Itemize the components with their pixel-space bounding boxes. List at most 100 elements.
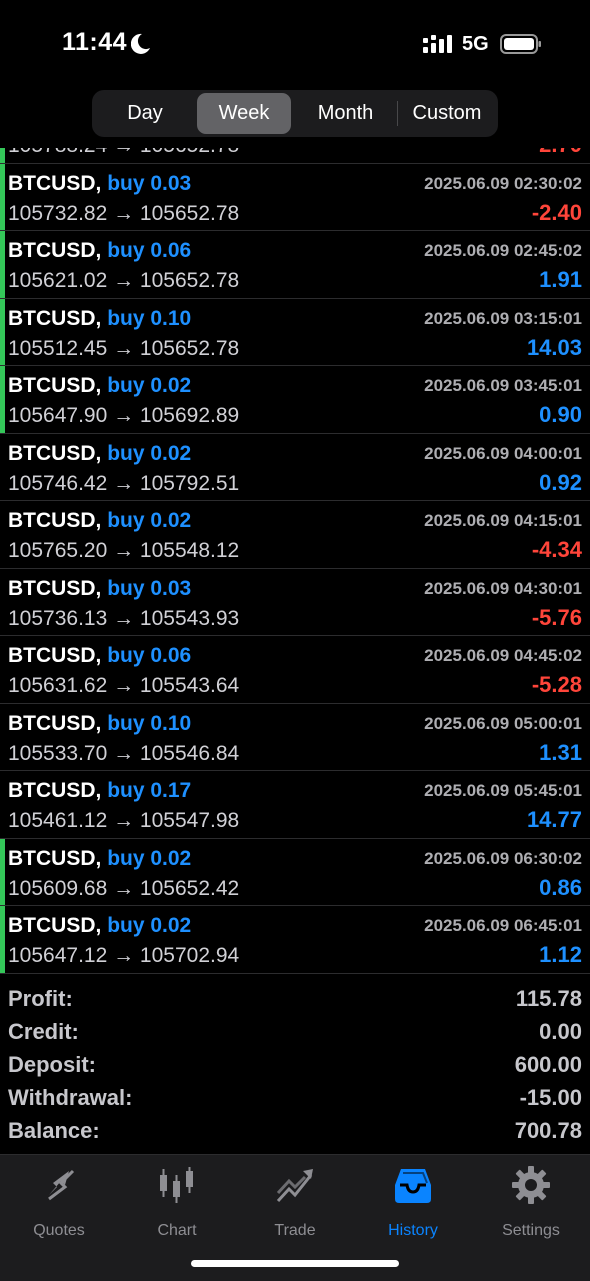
deal-symbol-line: BTCUSD, buy 0.02: [8, 509, 191, 533]
deal-time: 2025.06.09 06:45:01: [424, 916, 582, 935]
deal-profit: 1.31: [539, 739, 582, 765]
deal-symbol: BTCUSD,: [8, 846, 102, 870]
tab-quotes[interactable]: Quotes: [0, 1165, 118, 1245]
deal-profit: 14.03: [526, 334, 582, 360]
deal-symbol-line: BTCUSD, buy 0.03: [8, 172, 191, 196]
summary-label: Withdrawal:: [8, 1085, 133, 1110]
deal-row[interactable]: BTCUSD, buy 0.10 2025.06.09 05:00:01 10553…: [0, 704, 590, 771]
tab-quotes-label: Quotes: [33, 1222, 85, 1239]
deal-time: 2025.06.09 05:00:01: [424, 713, 582, 733]
deal-time: 2025.06.09 05:45:01: [424, 781, 582, 800]
deal-symbol-line: BTCUSD, buy 0.10: [8, 712, 191, 736]
deal-profit: 1.91: [539, 267, 582, 292]
deal-side: buy 0.10: [107, 306, 192, 330]
deal-symbol: BTCUSD,: [8, 711, 102, 735]
deal-side: buy 0.02: [107, 846, 192, 870]
deal-row[interactable]: BTCUSD, buy 0.02 2025.06.09 04:15:01 10576…: [0, 501, 590, 569]
tab-trade[interactable]: Trade: [236, 1165, 354, 1245]
deal-side: buy 0.10: [107, 711, 192, 735]
period-selector: Day Week Month Custom: [92, 90, 498, 137]
summary-value: 600.00: [514, 1052, 582, 1077]
deal-symbol-line: BTCUSD, buy 0.02: [8, 847, 191, 871]
deal-time: 2025.06.09 02:30:02: [424, 173, 582, 193]
deal-side: buy 0.06: [107, 239, 192, 262]
period-month[interactable]: Month: [295, 93, 396, 134]
account-summary: Profit: 115.78 Credit: 0.00 Deposit: 600.00 Wi…: [0, 984, 590, 1149]
summary-value: -15.00: [519, 1085, 582, 1110]
deal-time: 2025.06.09 04:00:01: [424, 443, 582, 463]
deal-prices: 105736.13 → 105543.93: [8, 606, 240, 630]
deal-symbol-line: BTCUSD, buy 0.02: [8, 374, 191, 398]
deal-prices: 105512.45 → 105652.78: [8, 336, 240, 360]
deal-symbol-line: BTCUSD, buy 0.02: [8, 442, 191, 466]
summary-row: Deposit: 600.00: [0, 1050, 590, 1083]
deal-profit: 0.86: [539, 874, 582, 900]
summary-row: Withdrawal: -15.00: [0, 1083, 590, 1116]
position-marker: [0, 906, 5, 973]
tab-history[interactable]: History: [354, 1165, 472, 1245]
tab-settings[interactable]: Settings: [472, 1165, 590, 1245]
deal-time: 2025.06.09 04:45:02: [424, 646, 582, 665]
deal-row[interactable]: BTCUSD, buy 0.02 2025.06.09 06:30:02 10560…: [0, 838, 590, 906]
deal-symbol-line: BTCUSD, buy 0.02: [8, 914, 191, 938]
status-time: 11:44: [62, 28, 128, 56]
deal-time: 2025.06.09 03:45:01: [424, 376, 582, 395]
position-marker: [0, 231, 5, 298]
deal-symbol: BTCUSD,: [8, 914, 102, 937]
deal-row[interactable]: BTCUSD, buy 0.032025.06.09 02:15:0210578…: [0, 148, 590, 164]
deal-row[interactable]: BTCUSD, buy 0.02 2025.06.09 03:45:01 10564…: [0, 366, 590, 434]
deal-prices: 105732.82 → 105652.78: [8, 201, 240, 225]
deal-side: buy 0.02: [107, 914, 192, 937]
deal-row[interactable]: BTCUSD, buy 0.03 2025.06.09 02:30:02 10573…: [0, 163, 590, 231]
summary-row: Balance: 700.78: [0, 1116, 590, 1149]
deals-list-content: BTCUSD, buy 0.032025.06.09 02:15:0210578…: [0, 148, 590, 974]
tab-history-label: History: [388, 1222, 438, 1239]
deal-profit: 14.77: [526, 807, 582, 832]
deal-row[interactable]: BTCUSD, buy 0.03 2025.06.09 04:30:01 10573…: [0, 569, 590, 636]
summary-row: Credit: 0.00: [0, 1017, 590, 1050]
tab-chart[interactable]: Chart: [118, 1165, 236, 1245]
deal-profit: -4.34: [531, 537, 582, 562]
deal-row[interactable]: BTCUSD, buy 0.06 2025.06.09 04:45:02 10563…: [0, 636, 590, 704]
deal-symbol: BTCUSD,: [8, 576, 102, 600]
deal-prices: 105788.24 → 105652.78: [8, 148, 239, 158]
deal-time: 2025.06.09 06:30:02: [424, 848, 582, 868]
deal-row[interactable]: BTCUSD, buy 0.02 2025.06.09 04:00:01 10574…: [0, 434, 590, 501]
deal-symbol-line: BTCUSD, buy 0.03: [8, 577, 191, 601]
deal-symbol: BTCUSD,: [8, 644, 102, 667]
deal-row[interactable]: BTCUSD, buy 0.10 2025.06.09 03:15:01 10551…: [0, 298, 590, 366]
deal-profit: -2.40: [531, 199, 582, 225]
status-bar: 11:44 5G: [0, 0, 590, 88]
trade-icon: [276, 1169, 313, 1203]
deal-prices: 105631.62 → 105543.64: [8, 674, 240, 697]
deal-side: buy 0.17: [107, 779, 192, 802]
position-marker: [0, 148, 5, 163]
segment-divider: [397, 101, 398, 126]
deal-prices: 105746.42 → 105792.51: [8, 471, 240, 495]
deal-profit: 1.12: [539, 942, 582, 967]
deal-side: buy 0.02: [107, 374, 192, 397]
deal-time: 2025.06.09 04:30:01: [424, 578, 582, 598]
summary-label: Deposit:: [8, 1052, 96, 1077]
deal-symbol: BTCUSD,: [8, 239, 102, 262]
deal-profit: -2.70: [532, 148, 582, 158]
deal-prices: 105647.12 → 105702.94: [8, 944, 240, 967]
deal-row[interactable]: BTCUSD, buy 0.06 2025.06.09 02:45:02 10562…: [0, 231, 590, 299]
deal-side: buy 0.02: [107, 509, 192, 532]
period-day[interactable]: Day: [96, 93, 194, 134]
deal-profit: -5.28: [531, 672, 582, 697]
summary-label: Balance:: [8, 1118, 100, 1143]
position-marker: [0, 366, 5, 433]
deal-row[interactable]: BTCUSD, buy 0.17 2025.06.09 05:45:01 10546…: [0, 771, 590, 839]
network-type: 5G: [462, 33, 489, 55]
home-indicator: [191, 1260, 399, 1267]
deal-time: 2025.06.09 04:15:01: [424, 511, 582, 530]
period-week[interactable]: Week: [197, 93, 291, 134]
deal-side: buy 0.06: [107, 644, 192, 667]
deals-list[interactable]: BTCUSD, buy 0.032025.06.09 02:15:0210578…: [0, 148, 590, 974]
deal-row[interactable]: BTCUSD, buy 0.02 2025.06.09 06:45:01 10564…: [0, 906, 590, 974]
moon-icon: [131, 33, 150, 54]
summary-label: Credit:: [8, 1019, 79, 1044]
period-custom[interactable]: Custom: [399, 93, 495, 134]
deal-side: buy 0.03: [107, 576, 192, 600]
